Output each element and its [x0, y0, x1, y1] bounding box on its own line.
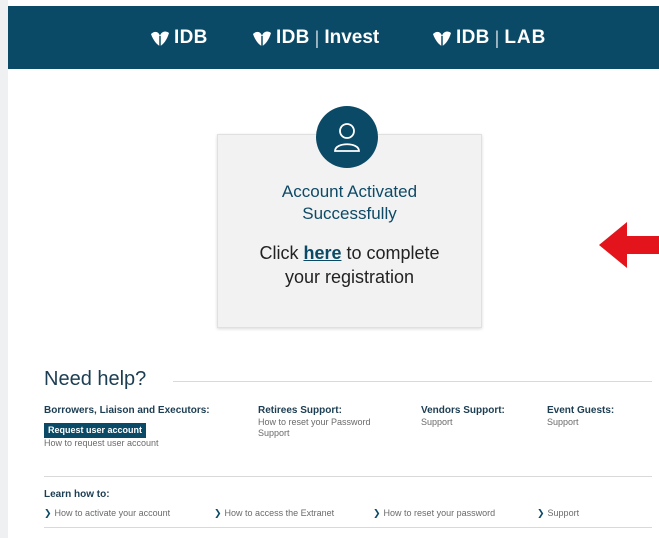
red-arrow-icon: [599, 222, 659, 268]
event-guests-column: Event Guests: Support: [547, 405, 614, 428]
learn-link-extranet-label: How to access the Extranet: [224, 508, 335, 518]
retirees-support-link[interactable]: Support: [258, 428, 371, 439]
learn-divider-top: [44, 476, 652, 477]
idb-logo-text: IDB: [174, 27, 208, 48]
cta-line2: your registration: [284, 267, 415, 287]
activation-title: Account Activated Successfully: [218, 181, 481, 225]
borrowers-column: Borrowers, Liaison and Executors: Reques…: [44, 405, 210, 449]
idb-leaf-icon: [433, 31, 451, 46]
idb-invest-brand: IDB: [276, 27, 310, 48]
learn-link-support[interactable]: ❯ Support: [537, 508, 579, 519]
chevron-right-icon: ❯: [373, 508, 381, 518]
learn-link-activate[interactable]: ❯ How to activate your account: [44, 508, 170, 519]
idb-leaf-icon: [253, 31, 271, 46]
reset-password-link[interactable]: How to reset your Password: [258, 417, 371, 428]
borrowers-heading: Borrowers, Liaison and Executors:: [44, 405, 210, 416]
vendors-column: Vendors Support: Support: [421, 405, 505, 428]
learn-link-activate-label: How to activate your account: [54, 508, 171, 518]
event-guests-support-link[interactable]: Support: [547, 417, 614, 428]
chevron-right-icon: ❯: [44, 508, 52, 518]
cta-prefix: Click: [259, 243, 304, 263]
retirees-heading: Retirees Support:: [258, 405, 342, 416]
idb-invest-sub: Invest: [324, 27, 380, 48]
learn-link-reset-label: How to reset your password: [383, 508, 496, 518]
logo-separator: |: [494, 27, 500, 48]
need-help-heading: Need help?: [44, 368, 147, 390]
here-link[interactable]: here: [303, 243, 341, 263]
idb-logo[interactable]: IDB: [149, 25, 208, 51]
idb-leaf-icon: [151, 31, 169, 46]
learn-divider-bottom: [44, 527, 652, 528]
learn-how-heading: Learn how to:: [44, 489, 110, 500]
header-bar: IDB IDB | Invest IDB | LAB: [8, 6, 659, 69]
learn-link-extranet[interactable]: ❯ How to access the Extranet: [214, 508, 334, 519]
user-icon: [334, 123, 360, 152]
logo-separator: |: [314, 27, 320, 48]
registration-cta: Click here to complete your registration: [218, 241, 481, 289]
learn-link-reset[interactable]: ❯ How to reset your password: [373, 508, 495, 519]
vendors-heading: Vendors Support:: [421, 405, 505, 416]
chevron-right-icon: ❯: [537, 508, 545, 518]
activation-title-line1: Account Activated: [281, 182, 418, 201]
retirees-column: Retirees Support: How to reset your Pass…: [258, 405, 371, 439]
idb-invest-logo[interactable]: IDB | Invest: [251, 25, 379, 51]
cta-suffix: to complete: [341, 243, 440, 263]
request-account-link[interactable]: How to request user account: [44, 438, 210, 449]
chevron-right-icon: ❯: [214, 508, 222, 518]
vendors-support-link[interactable]: Support: [421, 417, 505, 428]
idb-lab-sub: LAB: [504, 27, 547, 48]
idb-lab-logo[interactable]: IDB | LAB: [431, 25, 546, 51]
help-divider: [173, 381, 652, 382]
event-guests-heading: Event Guests:: [547, 405, 615, 416]
idb-lab-brand: IDB: [456, 27, 490, 48]
learn-link-support-label: Support: [547, 508, 580, 518]
activation-title-line2: Successfully: [302, 204, 397, 223]
page-gutter: [0, 0, 8, 538]
request-user-account-button[interactable]: Request user account: [44, 423, 147, 438]
user-avatar: [316, 106, 378, 168]
